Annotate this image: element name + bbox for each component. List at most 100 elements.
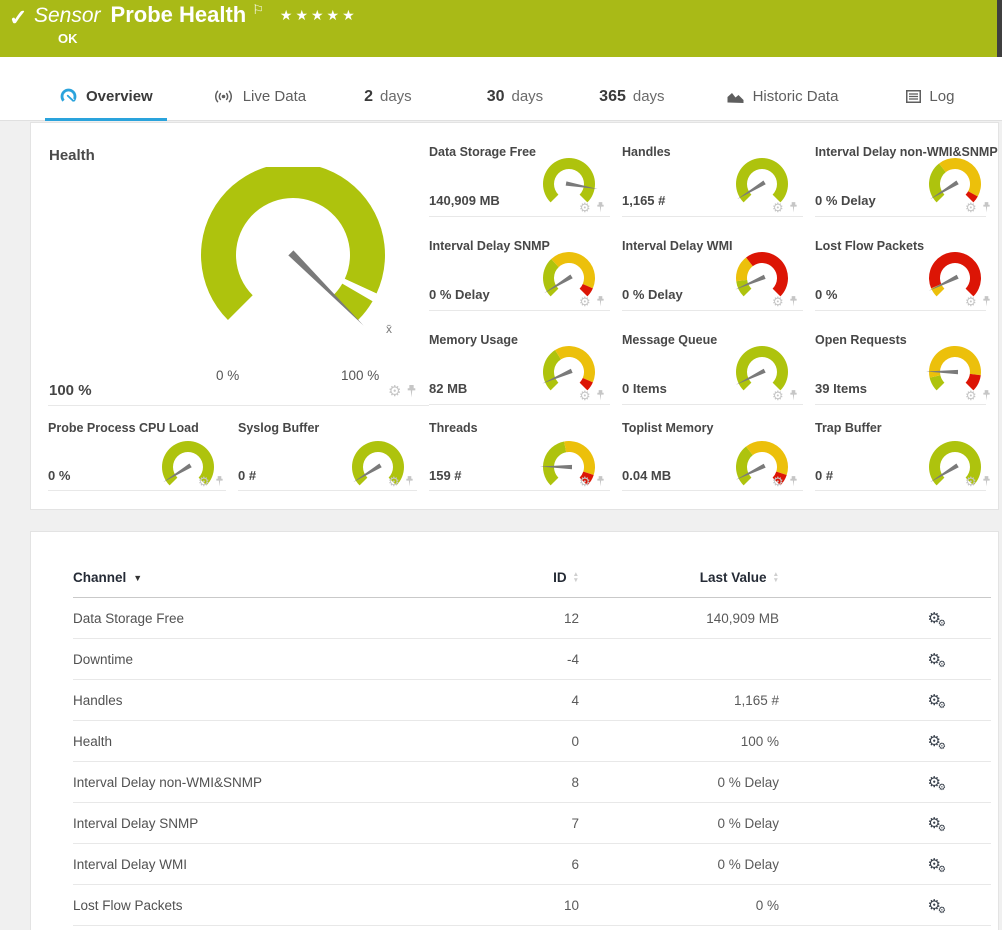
tab-overview[interactable]: Overview [45,73,167,120]
gauge-settings-gear-icon[interactable]: ⚙ [772,201,784,214]
channel-name[interactable]: Data Storage Free [73,598,463,639]
gauge-block: Message Queue 0 Items ⚙ [622,311,803,405]
channel-settings-icon[interactable]: ⚙⚙ [927,773,949,791]
gauge-block: Handles 1,165 # ⚙ [622,123,803,217]
gauge-settings-gear-icon[interactable]: ⚙ [772,389,784,402]
health-gauge-title: Health [49,147,95,164]
gauge-settings-gear-icon[interactable]: ⚙ [772,475,784,488]
last-value-sort-icon[interactable]: ▲▼ [773,572,779,586]
channel-name[interactable]: Lost Flow Packets [73,885,463,926]
gauge-title: Open Requests [815,333,907,347]
channel-id: 7 [463,803,579,844]
tab-bar: Overview Live Data 2 days 30 days 365 da… [0,57,1002,121]
health-gauge-chart [190,167,396,357]
column-header-last-value[interactable]: Last Value [700,570,767,585]
tab-log-label: Log [929,88,954,105]
gauge-value: 0 # [238,468,256,483]
tab-live-data[interactable]: Live Data [198,73,320,120]
channel-row[interactable]: Health 0 100 % ⚙⚙ [73,721,991,762]
gauge-pin-icon[interactable] [982,390,991,401]
channel-row[interactable]: Data Storage Free 12 140,909 MB ⚙⚙ [73,598,991,639]
gauge-pin-icon[interactable] [789,202,798,213]
channel-id: 0 [463,721,579,762]
tab-historic-data[interactable]: Historic Data [712,73,853,120]
gauge-settings-gear-icon[interactable]: ⚙ [965,201,977,214]
channel-name[interactable]: Downtime [73,639,463,680]
gauge-pin-icon[interactable] [215,476,224,487]
id-sort-icon[interactable]: ▲▼ [573,572,579,586]
channel-filter-caret-icon[interactable]: ▼ [133,573,142,583]
tab-2-days[interactable]: 2 days [350,73,426,120]
gauge-settings-gear-icon[interactable]: ⚙ [772,295,784,308]
gauge-pin-icon[interactable] [789,390,798,401]
gauge-block: Memory Usage 82 MB ⚙ [429,311,610,405]
gauge-settings-gear-icon[interactable]: ⚙ [579,295,591,308]
tab-log[interactable]: Log [892,73,968,120]
health-pin-icon[interactable] [406,385,417,398]
channel-row[interactable]: Interval Delay non-WMI&SNMP 8 0 % Delay … [73,762,991,803]
gauge-settings-gear-icon[interactable]: ⚙ [198,475,210,488]
column-header-channel[interactable]: Channel [73,570,126,585]
channel-row[interactable]: Handles 4 1,165 # ⚙⚙ [73,680,991,721]
gauge-block: Interval Delay non-WMI&SNMP 0 % Delay ⚙ [815,123,986,217]
gauge-pin-icon[interactable] [982,476,991,487]
gauge-pin-icon[interactable] [982,202,991,213]
gauge-pin-icon[interactable] [596,202,605,213]
gauge-value: 1,165 # [622,193,665,208]
gauge-pin-icon[interactable] [596,476,605,487]
gauge-value: 0 Items [622,381,667,396]
health-settings-gear-icon[interactable]: ⚙ [388,384,401,399]
flag-icon[interactable]: ⚐ [252,2,264,18]
gauge-settings-gear-icon[interactable]: ⚙ [579,201,591,214]
sensor-header: ✓ Sensor Probe Health ⚐ ★★★★★ OK [0,0,1002,57]
gauge-settings-gear-icon[interactable]: ⚙ [579,389,591,402]
gauge-block: Open Requests 39 Items ⚙ [815,311,986,405]
gauge-settings-gear-icon[interactable]: ⚙ [965,475,977,488]
channel-settings-icon[interactable]: ⚙⚙ [927,609,949,627]
channel-name[interactable]: Interval Delay non-WMI&SNMP [73,762,463,803]
tab-365-days[interactable]: 365 days [585,73,678,120]
channel-row[interactable]: Lost Flow Packets 10 0 % ⚙⚙ [73,885,991,926]
tab-overview-label: Overview [86,88,153,105]
channel-settings-icon[interactable]: ⚙⚙ [927,732,949,750]
channel-name[interactable]: Health [73,721,463,762]
channel-row[interactable]: Interval Delay SNMP 7 0 % Delay ⚙⚙ [73,803,991,844]
gauge-title: Interval Delay SNMP [429,239,550,253]
channel-settings-icon[interactable]: ⚙⚙ [927,814,949,832]
channel-name[interactable]: Interval Delay WMI [73,844,463,885]
tab-30-days[interactable]: 30 days [473,73,557,120]
gauge-pin-icon[interactable] [596,296,605,307]
gauge-value: 0 % [48,468,70,483]
header-right-accent [997,0,1002,57]
gauge-block: Syslog Buffer 0 # ⚙ [238,406,417,491]
channel-settings-icon[interactable]: ⚙⚙ [927,650,949,668]
gauge-block: Threads 159 # ⚙ [429,406,610,491]
gauge-settings-gear-icon[interactable]: ⚙ [965,295,977,308]
tab-2-days-number: 2 [364,88,373,106]
channel-name[interactable]: Interval Delay SNMP [73,803,463,844]
gauge-settings-gear-icon[interactable]: ⚙ [579,475,591,488]
gauge-settings-gear-icon[interactable]: ⚙ [965,389,977,402]
channel-last-value: 1,165 # [579,680,779,721]
channel-settings-icon[interactable]: ⚙⚙ [927,691,949,709]
gauge-block: Trap Buffer 0 # ⚙ [815,406,986,491]
column-header-id[interactable]: ID [553,570,567,585]
gauge-pin-icon[interactable] [405,476,414,487]
gauge-block: Interval Delay WMI 0 % Delay ⚙ [622,217,803,311]
channel-id: 10 [463,885,579,926]
sensor-title: Probe Health [111,2,247,28]
gauge-pin-icon[interactable] [596,390,605,401]
gauge-pin-icon[interactable] [789,476,798,487]
tab-30-days-number: 30 [487,88,505,106]
channel-settings-icon[interactable]: ⚙⚙ [927,896,949,914]
gauge-pin-icon[interactable] [789,296,798,307]
gauge-pin-icon[interactable] [982,296,991,307]
tab-30-days-unit: days [511,88,543,105]
sensor-status-badge: OK [58,31,358,46]
channel-settings-icon[interactable]: ⚙⚙ [927,855,949,873]
channel-name[interactable]: Handles [73,680,463,721]
channel-row[interactable]: Downtime -4 ⚙⚙ [73,639,991,680]
channel-row[interactable]: Interval Delay WMI 6 0 % Delay ⚙⚙ [73,844,991,885]
gauge-settings-gear-icon[interactable]: ⚙ [388,475,400,488]
priority-stars[interactable]: ★★★★★ [280,7,358,24]
